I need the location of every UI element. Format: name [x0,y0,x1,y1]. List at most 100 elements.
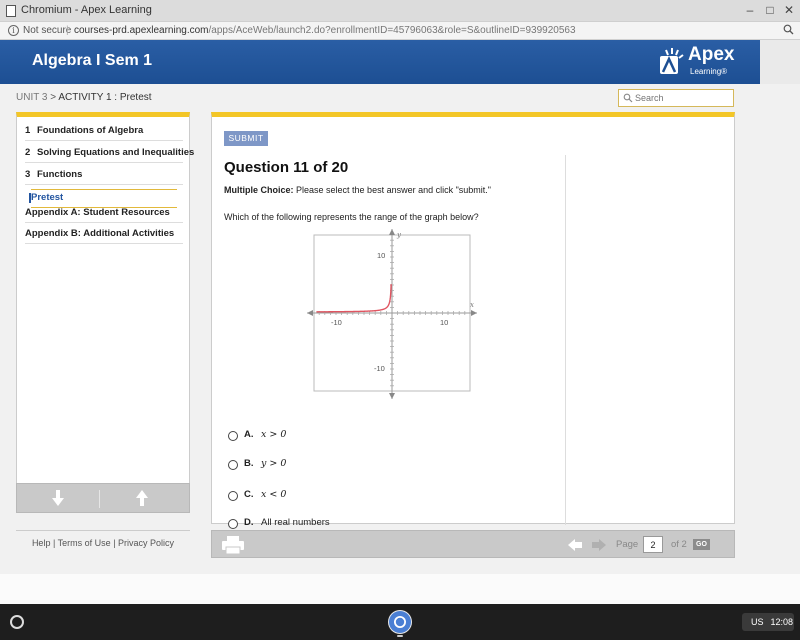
choice-d-radio[interactable] [228,519,238,529]
page-label: Page [616,539,639,550]
choice-a-text: x > 0 [261,429,287,440]
url-host: courses-prd.apexlearning.com [74,25,209,36]
nav-item-appendix-b[interactable]: Appendix B: Additional Activities [25,228,183,244]
url-path: /apps/AceWeb/launch2.do?enrollmentID=457… [208,25,576,36]
apex-logo-name: Apex [688,44,735,65]
apex-logo-sub: Learning® [690,67,728,76]
window-titlebar: Chromium - Apex Learning – □ ✕ [0,0,800,22]
question-type-label: Multiple Choice: [224,185,294,195]
y-tick-label-neg: -10 [374,364,385,373]
question-instructions: Please select the best answer and click … [296,185,491,195]
info-icon[interactable]: i [8,25,19,36]
address-separator: | [66,25,69,36]
choice-c-radio[interactable] [228,491,238,501]
apex-logo-mark-icon [660,48,684,74]
page-count-label: of 2 [671,539,687,550]
terms-of-use-link[interactable]: Terms of Use [58,538,111,548]
question-prompt: Which of the following represents the ra… [224,212,479,222]
search-box[interactable] [618,89,734,107]
x-tick-label-pos: 10 [440,318,448,327]
nav-item-appendix-a[interactable]: Appendix A: Student Resources [25,207,183,223]
choice-b-radio[interactable] [228,460,238,470]
nav-controls-divider [99,490,100,508]
y-tick-label-pos: 10 [377,251,385,260]
course-outline-nav: 1 Foundations of Algebra 2 Solving Equatio… [16,112,194,486]
choice-d-letter: D. [244,517,254,528]
page-icon [6,5,16,17]
apex-logo[interactable]: Apex Learning® [660,44,740,80]
nav-item-solving-equations[interactable]: 2 Solving Equations and Inequalities [25,147,194,163]
go-button[interactable]: GO [693,539,710,550]
nav-item-label: Appendix B: Additional Activities [25,228,175,239]
y-axis-arrow-top [389,229,395,235]
breadcrumb-separator: > [47,92,59,103]
choice-a-letter: A. [244,429,254,440]
nav-item-label: Appendix A: Student Resources [25,207,170,218]
nav-item-label: Functions [37,169,83,180]
clock: 12:08 [770,617,794,627]
arrow-down-icon[interactable] [51,489,65,507]
next-page-icon[interactable] [592,539,606,551]
nav-item-label: Foundations of Algebra [37,125,144,136]
help-link[interactable]: Help [32,538,51,548]
question-toolbar: Page of 2 GO [211,530,735,558]
nav-item-functions[interactable]: 3 Functions [25,169,183,185]
nav-item-foundations[interactable]: 1 Foundations of Algebra [25,125,183,141]
nav-item-label: Solving Equations and Inequalities [37,147,195,158]
panel-divider [565,155,566,525]
launcher-icon[interactable] [10,615,24,629]
window-title: Chromium - Apex Learning [21,4,152,16]
print-icon[interactable] [222,536,244,554]
x-axis-arrow-left [307,310,313,316]
x-axis-arrow-right [471,310,477,316]
function-graph: -10 10 10 -10 x y [307,229,477,399]
page-bottom-gap [0,574,800,604]
right-gutter [760,84,800,574]
chromium-icon[interactable] [388,610,412,634]
url-text[interactable]: courses-prd.apexlearning.com/apps/AceWeb… [74,25,576,36]
maximize-button[interactable]: □ [762,2,778,18]
footer-separator: | [113,538,116,548]
privacy-policy-link[interactable]: Privacy Policy [118,538,174,548]
os-shelf: US 12:08 [0,604,800,640]
footer-links: Help | Terms of Use | Privacy Policy [16,530,190,549]
course-title: Algebra I Sem 1 [32,52,153,69]
address-bar[interactable]: i Not secure | courses-prd.apexlearning.… [0,22,800,40]
nav-item-label: Pretest [31,192,64,203]
keyboard-language: US [751,617,764,627]
search-icon [623,93,633,103]
choice-b-text: y > 0 [261,458,287,469]
choice-a-radio[interactable] [228,431,238,441]
header-right-strip [760,40,800,84]
question-panel: SUBMIT Question 11 of 20 Multiple Choice… [211,112,735,529]
choice-c-text: x < 0 [261,489,287,500]
nav-controls [16,483,190,513]
security-status[interactable]: Not secure [23,25,71,36]
choice-c-letter: C. [244,489,254,500]
page-number-input[interactable] [643,536,663,553]
app-header: Algebra I Sem 1 Apex Learning® [0,40,760,84]
choice-d-text: All real numbers [261,517,330,528]
y-axis-arrow-bottom [389,393,395,399]
zoom-icon[interactable] [783,24,794,35]
nav-item-number: 2 [25,147,31,158]
running-indicator [397,635,403,637]
previous-page-icon[interactable] [568,539,582,551]
arrow-up-icon[interactable] [135,489,149,507]
status-tray[interactable]: US 12:08 [742,613,794,631]
nav-item-number: 1 [25,125,31,136]
nav-item-number: 3 [25,169,31,180]
minimize-button[interactable]: – [742,2,758,18]
breadcrumb-unit[interactable]: UNIT 3 [16,92,48,103]
content-area: UNIT 3 > ACTIVITY 1 : Pretest 1 Foundatio… [0,84,760,574]
close-window-button[interactable]: ✕ [781,2,797,18]
breadcrumb: UNIT 3 > ACTIVITY 1 : Pretest [16,92,152,103]
footer-separator: | [52,538,56,548]
search-input[interactable] [635,91,731,105]
x-axis-label: x [470,301,474,309]
x-tick-label-neg: -10 [331,318,342,327]
submit-button[interactable]: SUBMIT [224,131,268,146]
question-title: Question 11 of 20 [224,159,349,176]
question-type: Multiple Choice: Please select the best … [224,185,491,195]
nav-item-pretest[interactable]: Pretest [29,189,177,208]
